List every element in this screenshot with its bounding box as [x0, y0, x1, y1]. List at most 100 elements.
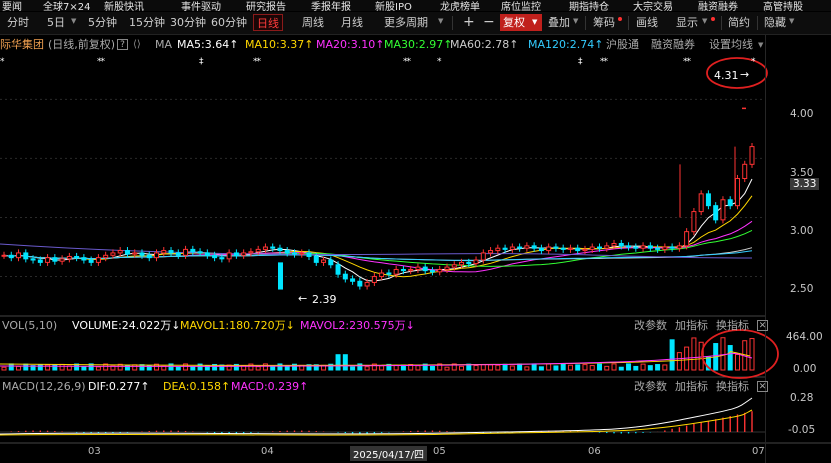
help-icon[interactable]: ? — [117, 39, 128, 50]
volume-bar — [524, 366, 530, 371]
macd-add-indicator-button[interactable]: 加指标 — [675, 379, 708, 395]
candle-body — [190, 248, 196, 253]
candle-body — [197, 251, 203, 254]
candle-body — [262, 246, 268, 250]
period-weekly[interactable]: 周线 — [299, 14, 327, 31]
mavol1-value: MAVOL1:180.720万↓ — [180, 319, 295, 332]
top-nav-item[interactable]: 要闻 — [2, 0, 22, 11]
volume-bar — [270, 366, 276, 371]
hgt-link[interactable]: 沪股通 — [606, 37, 639, 53]
candle-body — [517, 246, 523, 249]
candle-body — [451, 264, 457, 268]
top-nav-item[interactable]: 季报年报 — [311, 0, 351, 11]
event-marker-icon[interactable]: * — [0, 57, 4, 67]
macd-indicator-name: MACD(12,26,9) — [2, 380, 86, 393]
top-nav-item[interactable]: 融资融券 — [698, 0, 738, 11]
candle-body — [698, 193, 704, 213]
event-marker-icon[interactable]: ** — [600, 57, 608, 67]
top-nav-item[interactable]: 新股IPO — [375, 0, 412, 11]
expand-icon[interactable]: ⟨⟩ — [133, 37, 141, 53]
candle-body — [531, 245, 537, 249]
hide-button[interactable]: 隐藏 — [761, 14, 789, 31]
candle-body — [124, 250, 130, 255]
period-intraday[interactable]: 分时 — [4, 14, 32, 31]
event-marker-icon[interactable]: ** — [97, 57, 105, 67]
draw-line-button[interactable]: 画线 — [633, 14, 661, 31]
period-15min[interactable]: 15分钟 — [126, 14, 168, 31]
candle-body — [444, 266, 450, 270]
candle-body — [618, 242, 624, 247]
event-marker-icon[interactable]: ‡ — [578, 57, 582, 67]
event-marker-icon[interactable]: ** — [253, 57, 261, 67]
top-nav-item[interactable]: 龙虎榜单 — [440, 0, 480, 11]
event-marker-icon[interactable]: * — [751, 57, 755, 67]
margin-trading-link[interactable]: 融资融券 — [651, 37, 695, 53]
candle-body — [386, 272, 392, 275]
top-nav-item[interactable]: 全球7×24 — [43, 0, 90, 11]
period-30min[interactable]: 30分钟 — [167, 14, 209, 31]
display-button[interactable]: 显示 — [673, 14, 701, 31]
candle-body — [633, 246, 639, 249]
event-marker-icon[interactable]: ** — [403, 57, 411, 67]
candle-body — [161, 250, 167, 254]
volume-bar — [459, 365, 465, 371]
candle-body — [37, 259, 43, 263]
candle-body — [669, 246, 675, 249]
top-nav-item[interactable]: 研究报告 — [246, 0, 286, 11]
ma-label: MA — [155, 38, 173, 51]
volume-bar — [480, 364, 486, 371]
top-nav-item[interactable]: 期指持仓 — [569, 0, 609, 11]
candle-body — [596, 246, 602, 249]
event-marker-icon[interactable]: ‡ — [199, 57, 203, 67]
period-monthly[interactable]: 月线 — [338, 14, 366, 31]
top-nav-item[interactable]: 新股快讯 — [104, 0, 144, 11]
candle-body — [278, 262, 283, 290]
candle-body — [284, 250, 290, 254]
vol-edit-params-button[interactable]: 改参数 — [634, 318, 667, 334]
zoom-out-button[interactable]: − — [480, 14, 498, 31]
vol-switch-indicator-button[interactable]: 换指标 — [716, 318, 749, 334]
volume-bar — [691, 337, 697, 371]
candle-body — [734, 178, 740, 207]
candle-body — [226, 252, 232, 260]
period-more[interactable]: 更多周期 — [381, 14, 431, 31]
chip-distribution-button[interactable]: 筹码 — [590, 14, 618, 31]
macd-edit-params-button[interactable]: 改参数 — [634, 379, 667, 395]
candle-body — [364, 281, 370, 287]
candle-body — [400, 268, 406, 272]
candle-body — [727, 199, 733, 207]
ma30-value: MA30:2.97↑ — [384, 38, 453, 51]
volume-bar — [596, 363, 602, 371]
event-marker-icon[interactable]: ** — [683, 57, 691, 67]
simple-mode-button[interactable]: 简约 — [725, 14, 753, 31]
top-nav-item[interactable]: 高管持股 — [763, 0, 803, 11]
set-ma-button[interactable]: 设置均线 — [709, 37, 753, 53]
event-marker-icon[interactable]: * — [437, 57, 441, 67]
top-nav-item[interactable]: 大宗交易 — [633, 0, 673, 11]
close-icon[interactable]: ✕ — [757, 381, 768, 392]
toolbar-divider — [721, 16, 722, 30]
vol-add-indicator-button[interactable]: 加指标 — [675, 318, 708, 334]
candle-body — [749, 146, 755, 165]
close-icon[interactable]: ✕ — [757, 320, 768, 331]
top-nav-item[interactable]: 席位监控 — [501, 0, 541, 11]
vol-tick: 0.00 — [793, 363, 817, 375]
volume-bar — [495, 364, 501, 371]
volume-value: VOLUME:24.022万↓ — [72, 319, 181, 332]
candle-body — [371, 276, 377, 283]
period-60min[interactable]: 60分钟 — [208, 14, 250, 31]
top-nav-item[interactable]: 事件驱动 — [181, 0, 221, 11]
volume-bar — [175, 366, 181, 371]
overlay-button[interactable]: 叠加 — [545, 14, 573, 31]
zoom-in-button[interactable]: + — [460, 14, 478, 31]
macd-switch-indicator-button[interactable]: 换指标 — [716, 379, 749, 395]
period-5day[interactable]: 5日 — [44, 14, 68, 31]
candle-body — [713, 205, 719, 221]
period-5min[interactable]: 5分钟 — [85, 14, 120, 31]
volume-bar — [567, 364, 573, 371]
candle-body — [408, 268, 414, 272]
period-daily[interactable]: 日线 — [253, 14, 283, 31]
candle-body — [437, 268, 443, 273]
volume-bar — [553, 365, 559, 371]
candle-body — [277, 247, 283, 252]
